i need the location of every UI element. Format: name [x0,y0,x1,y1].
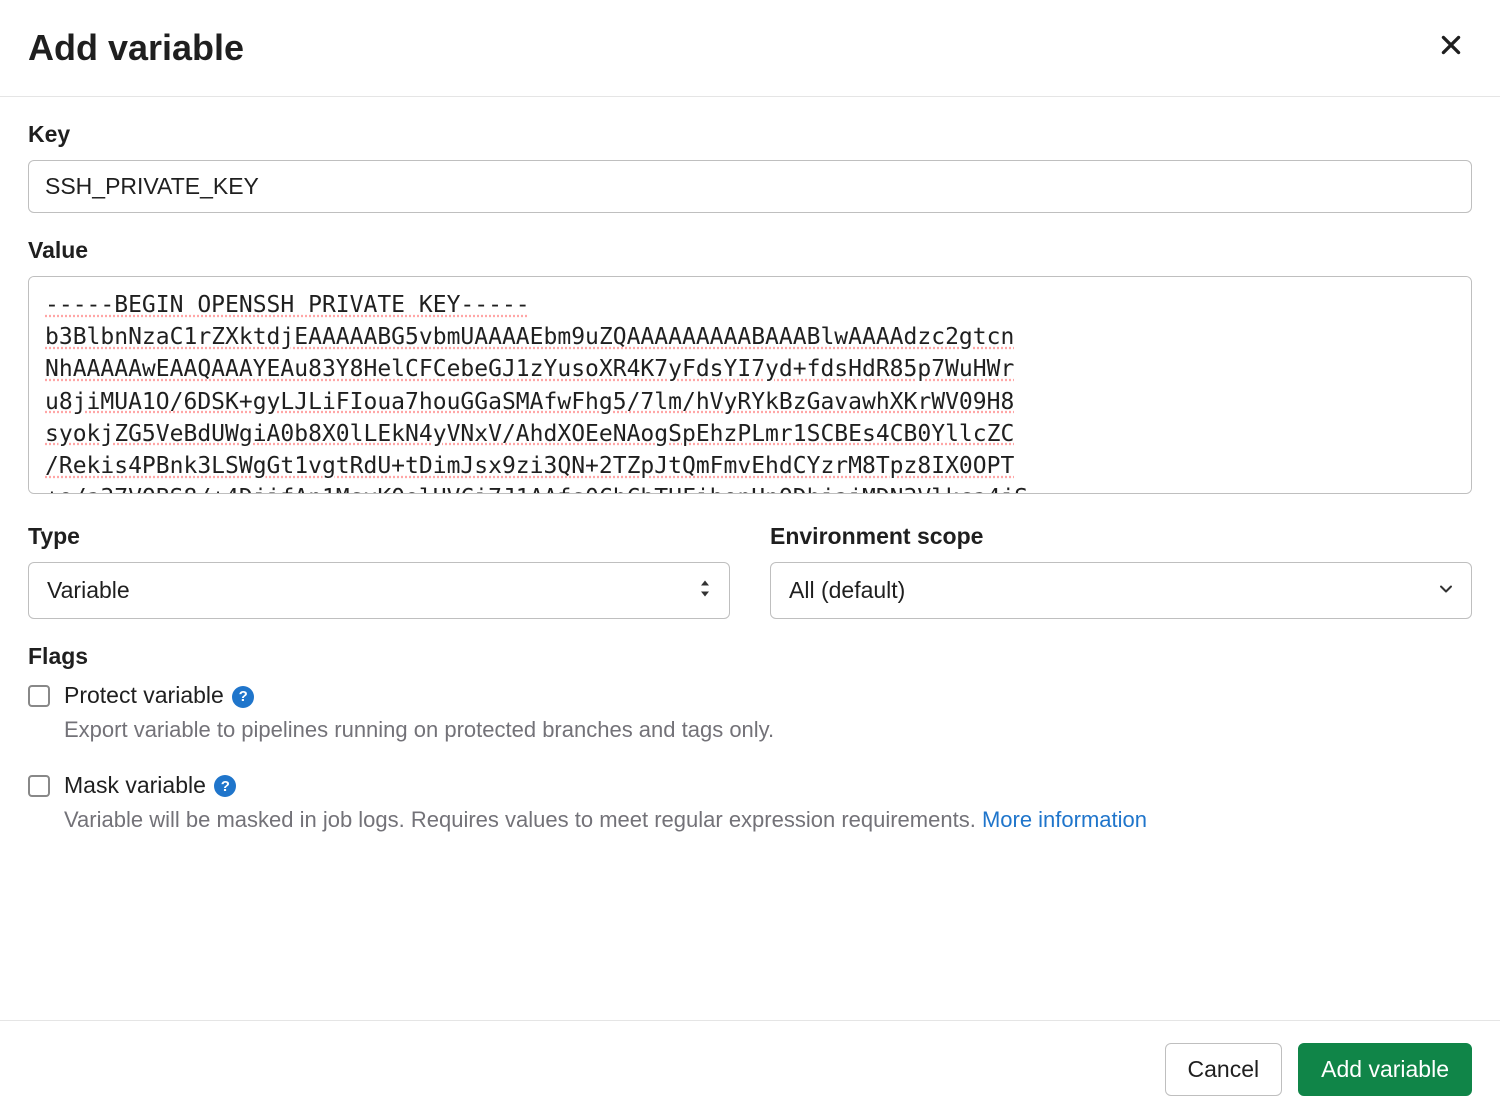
scope-label: Environment scope [770,523,1472,550]
close-icon [1438,32,1464,65]
add-variable-modal: Add variable Key Value -----BEGIN OPENSS… [0,0,1500,1118]
modal-title: Add variable [28,27,244,69]
protect-description: Export variable to pipelines running on … [64,715,1472,746]
mask-label: Mask variable ? [64,772,236,799]
more-info-link[interactable]: More information [982,807,1147,832]
key-label: Key [28,121,1472,148]
value-textarea[interactable]: -----BEGIN OPENSSH PRIVATE KEY----- b3Bl… [28,276,1472,494]
add-variable-button[interactable]: Add variable [1298,1043,1472,1096]
scope-selected-value: All (default) [770,562,1472,619]
help-icon[interactable]: ? [232,686,254,708]
key-input[interactable] [28,160,1472,213]
value-label: Value [28,237,1472,264]
help-icon[interactable]: ? [214,775,236,797]
mask-checkbox[interactable] [28,775,50,797]
type-label: Type [28,523,730,550]
type-select[interactable]: Variable [28,562,730,619]
type-selected-value: Variable [28,562,730,619]
close-button[interactable] [1430,24,1472,72]
cancel-button[interactable]: Cancel [1165,1043,1283,1096]
protect-label: Protect variable ? [64,682,254,709]
modal-footer: Cancel Add variable [0,1020,1500,1118]
flags-label: Flags [28,643,1472,670]
protect-checkbox[interactable] [28,685,50,707]
scope-select[interactable]: All (default) [770,562,1472,619]
mask-description: Variable will be masked in job logs. Req… [64,805,1472,836]
